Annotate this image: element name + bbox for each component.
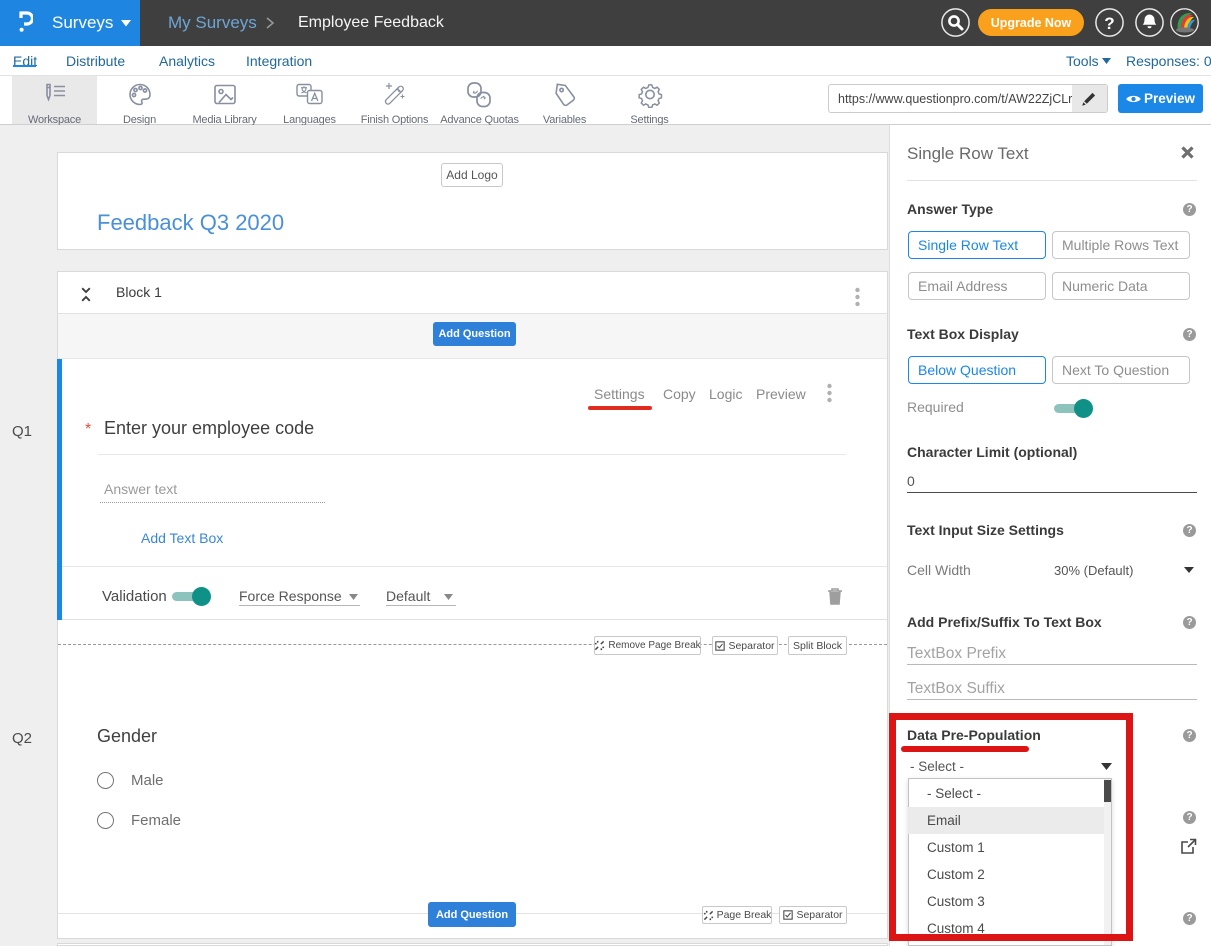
svg-text:?: ? (1104, 14, 1114, 33)
